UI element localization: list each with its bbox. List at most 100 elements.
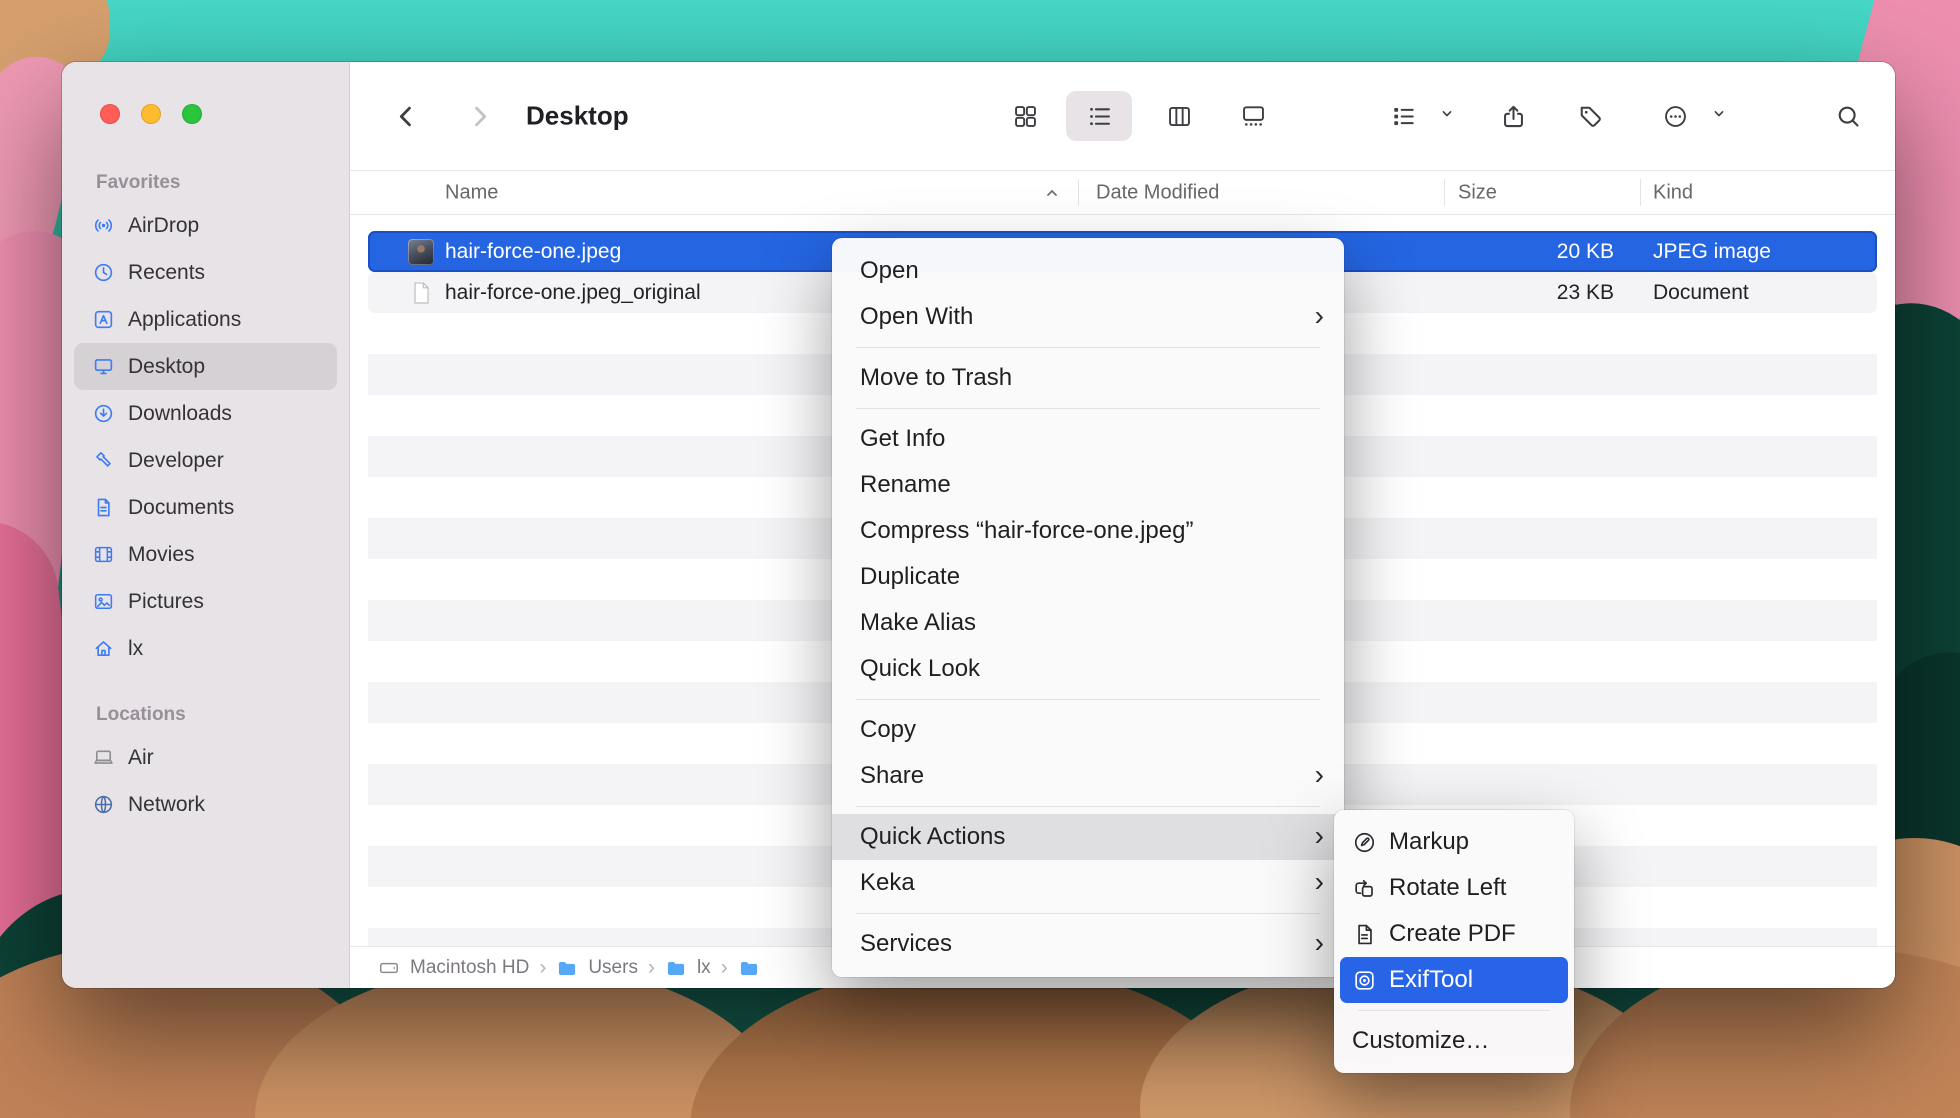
folder-icon: [665, 957, 687, 979]
menu-separator: [856, 806, 1320, 807]
menu-item-copy[interactable]: Copy: [832, 707, 1344, 753]
menu-separator: [856, 699, 1320, 700]
share-icon: [1500, 103, 1527, 130]
close-button[interactable]: [100, 104, 120, 124]
path-separator: ›: [539, 956, 546, 980]
tags-button[interactable]: [1561, 91, 1619, 141]
menu-item-get-info[interactable]: Get Info: [832, 416, 1344, 462]
menu-item-duplicate[interactable]: Duplicate: [832, 554, 1344, 600]
share-button[interactable]: [1484, 91, 1542, 141]
sidebar-item-label: Desktop: [128, 355, 205, 379]
column-resize-handle[interactable]: [1640, 179, 1641, 206]
sidebar-item-movies[interactable]: Movies: [74, 531, 337, 578]
ellipsis-circle-icon: [1662, 103, 1689, 130]
path-item-lx[interactable]: lx: [697, 957, 711, 979]
folder-icon: [738, 957, 760, 979]
sidebar-item-airdrop[interactable]: AirDrop: [74, 202, 337, 249]
chevron-down-icon: [1711, 106, 1727, 127]
menu-item-label: Quick Look: [860, 655, 1324, 683]
submenu-item-label: ExifTool: [1389, 966, 1473, 994]
sidebar-item-air[interactable]: Air: [74, 734, 337, 781]
sidebar-item-label: Air: [128, 746, 154, 770]
view-as-gallery-button[interactable]: [1224, 91, 1282, 141]
submenu-item-label: Rotate Left: [1389, 874, 1506, 902]
photo-icon: [92, 590, 115, 613]
hammer-icon: [92, 449, 115, 472]
zoom-button[interactable]: [182, 104, 202, 124]
sidebar-item-network[interactable]: Network: [74, 781, 337, 828]
back-button[interactable]: [377, 91, 435, 141]
menu-item-open[interactable]: Open: [832, 248, 1344, 294]
search-icon: [1835, 103, 1862, 130]
column-header-kind[interactable]: Kind: [1653, 181, 1693, 204]
menu-item-label: Copy: [860, 716, 1324, 744]
rotate-left-icon: [1352, 876, 1377, 901]
menu-item-keka[interactable]: Keka›: [832, 860, 1344, 906]
search-button[interactable]: [1819, 91, 1877, 141]
submenu-item-label: Markup: [1389, 828, 1469, 856]
menu-item-quick-actions[interactable]: Quick Actions›: [832, 814, 1344, 860]
menu-item-make-alias[interactable]: Make Alias: [832, 600, 1344, 646]
menu-item-label: Share: [860, 762, 1315, 790]
sidebar: Favorites AirDrop Recents Applications D…: [62, 62, 350, 988]
menu-item-label: Quick Actions: [860, 823, 1315, 851]
submenu-item-exiftool[interactable]: ExifTool: [1340, 957, 1568, 1003]
view-as-list-button[interactable]: [1066, 91, 1132, 141]
submenu-arrow-icon: ›: [1315, 929, 1324, 957]
submenu-item-customize[interactable]: Customize…: [1340, 1018, 1568, 1064]
menu-item-label: Open: [860, 257, 1324, 285]
sidebar-item-home[interactable]: lx: [74, 625, 337, 672]
more-actions-button[interactable]: [1646, 91, 1704, 141]
chevron-right-icon: [466, 103, 493, 130]
file-name: hair-force-one.jpeg_original: [445, 281, 701, 305]
menu-item-label: Rename: [860, 471, 1324, 499]
downloads-icon: [92, 402, 115, 425]
exiftool-icon: [1352, 968, 1377, 993]
menu-item-label: Keka: [860, 869, 1315, 897]
sidebar-item-label: Documents: [128, 496, 234, 520]
column-header-date-modified[interactable]: Date Modified: [1096, 181, 1219, 204]
sidebar-item-developer[interactable]: Developer: [74, 437, 337, 484]
menu-item-share[interactable]: Share›: [832, 753, 1344, 799]
window-title: Desktop: [526, 101, 629, 132]
sidebar-item-desktop[interactable]: Desktop: [74, 343, 337, 390]
sidebar-item-pictures[interactable]: Pictures: [74, 578, 337, 625]
hard-drive-icon: [378, 957, 400, 979]
sidebar-item-downloads[interactable]: Downloads: [74, 390, 337, 437]
view-as-columns-button[interactable]: [1150, 91, 1208, 141]
menu-item-open-with[interactable]: Open With›: [832, 294, 1344, 340]
globe-icon: [92, 793, 115, 816]
group-button[interactable]: [1374, 91, 1432, 141]
list-column-headers: Name Date Modified Size Kind: [350, 170, 1895, 215]
column-resize-handle[interactable]: [1078, 179, 1079, 206]
menu-item-rename[interactable]: Rename: [832, 462, 1344, 508]
group-icon: [1390, 103, 1417, 130]
laptop-icon: [92, 746, 115, 769]
sidebar-item-recents[interactable]: Recents: [74, 249, 337, 296]
path-item-users[interactable]: Users: [588, 957, 638, 979]
view-as-icons-button[interactable]: [996, 91, 1054, 141]
path-item-macintosh-hd[interactable]: Macintosh HD: [410, 957, 529, 979]
submenu-item-markup[interactable]: Markup: [1340, 819, 1568, 865]
submenu-item-create-pdf[interactable]: Create PDF: [1340, 911, 1568, 957]
menu-item-services[interactable]: Services›: [832, 921, 1344, 967]
column-resize-handle[interactable]: [1444, 179, 1445, 206]
sidebar-item-applications[interactable]: Applications: [74, 296, 337, 343]
submenu-arrow-icon: ›: [1315, 761, 1324, 789]
submenu-arrow-icon: ›: [1315, 868, 1324, 896]
menu-item-compress[interactable]: Compress “hair-force-one.jpeg”: [832, 508, 1344, 554]
airdrop-icon: [92, 214, 115, 237]
menu-item-quick-look[interactable]: Quick Look: [832, 646, 1344, 692]
forward-button[interactable]: [450, 91, 508, 141]
minimize-button[interactable]: [141, 104, 161, 124]
sidebar-item-label: Applications: [128, 308, 241, 332]
sidebar-item-documents[interactable]: Documents: [74, 484, 337, 531]
document-icon: [92, 496, 115, 519]
submenu-item-rotate-left[interactable]: Rotate Left: [1340, 865, 1568, 911]
quick-actions-submenu: Markup Rotate Left Create PDF ExifTool C…: [1334, 810, 1574, 1073]
menu-separator: [856, 347, 1320, 348]
column-header-size[interactable]: Size: [1458, 181, 1497, 204]
menu-item-label: Make Alias: [860, 609, 1324, 637]
column-header-name[interactable]: Name: [445, 181, 498, 204]
menu-item-move-to-trash[interactable]: Move to Trash: [832, 355, 1344, 401]
